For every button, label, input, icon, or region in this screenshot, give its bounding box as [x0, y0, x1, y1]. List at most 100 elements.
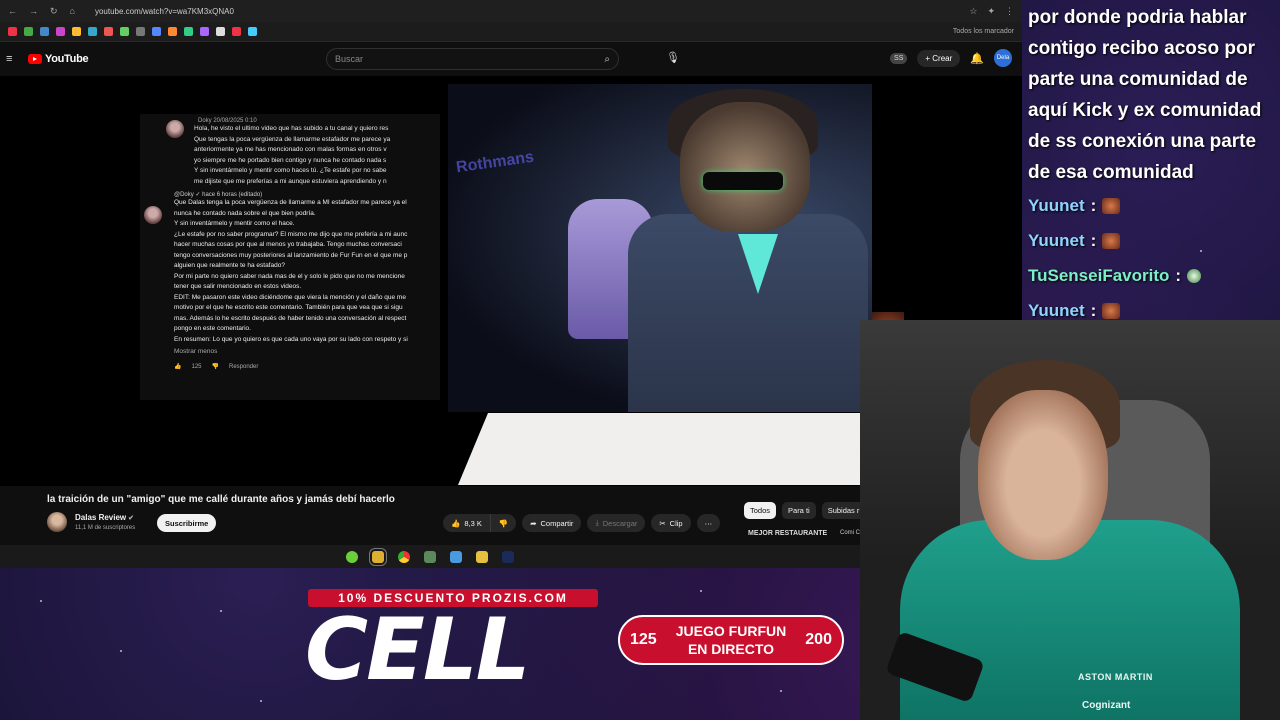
chat-username: Yuunet — [1028, 231, 1085, 250]
thumbs-up-icon: 👍 — [451, 518, 461, 528]
bookmark-icon[interactable] — [200, 27, 209, 36]
youtube-header: ≡ YouTube Buscar ⌕ 🎙 SS + Crear 🔔 Dela — [0, 42, 1022, 76]
address-bar[interactable]: youtube.com/watch?v=wa7KM3xQNA0 — [95, 7, 234, 16]
clip-button[interactable]: ✂ Clip — [651, 514, 691, 532]
bookmark-icon[interactable] — [88, 27, 97, 36]
comment-line: alguien que realmente te ha estafado? — [174, 262, 285, 269]
share-label: Compartir — [540, 518, 574, 528]
emote-icon — [1187, 268, 1202, 283]
app-icon[interactable] — [450, 550, 462, 563]
star — [220, 610, 222, 612]
chip-all[interactable]: Todos — [744, 502, 777, 519]
search-input[interactable]: Buscar ⌕ — [326, 48, 619, 70]
microphone-icon[interactable]: 🎙 — [666, 51, 680, 64]
emote-icon — [1102, 302, 1121, 319]
bookmark-icon[interactable] — [232, 27, 241, 36]
search-placeholder: Buscar — [335, 54, 364, 64]
sunglasses — [703, 172, 783, 190]
related-filter-chips: Todos Para ti Subidas r — [744, 502, 866, 519]
comment-line: hacer muchas cosas por que al menos yo t… — [174, 241, 402, 248]
bookmark-icon[interactable] — [120, 27, 129, 36]
chat-line: Yuunet : — [1028, 188, 1276, 223]
chat-separator: : — [1090, 196, 1097, 215]
comment-line: pongo en este comentario. — [174, 325, 251, 332]
download-button[interactable]: ⤓ Descargar — [587, 514, 646, 532]
streamer-face — [978, 390, 1108, 560]
bookmark-icon[interactable] — [24, 27, 33, 36]
like-icon: 👍 — [174, 364, 182, 370]
chip-uploads[interactable]: Subidas r — [821, 502, 866, 519]
bookmark-icon[interactable] — [40, 27, 49, 36]
clip-label: Clip — [669, 518, 683, 528]
bookmark-icon[interactable] — [184, 27, 193, 36]
background-sign-text: Rothmans — [455, 148, 535, 177]
related-video-title[interactable]: MEJOR RESTAURANTE — [748, 530, 827, 537]
bookmarks-bar: Todos los marcador — [0, 22, 1022, 42]
app-icon[interactable] — [424, 550, 436, 563]
chat-separator: : — [1090, 231, 1097, 250]
hamburger-menu-icon[interactable]: ≡ — [6, 53, 18, 65]
folder-icon[interactable] — [476, 550, 488, 563]
download-label: Descargar — [602, 518, 638, 528]
reload-icon[interactable]: ↻ — [50, 6, 58, 17]
comment-line: me dijiste que me preferías a mi aunque … — [194, 177, 387, 185]
header-actions: SS + Crear 🔔 Dela — [890, 49, 1012, 67]
back-icon[interactable]: ← — [8, 6, 17, 16]
chat-line: TuSenseiFavorito : — [1028, 258, 1276, 293]
jersey-sponsor: ASTON MARTIN — [1078, 672, 1153, 682]
jersey-sponsor: Cognizant — [1082, 700, 1131, 711]
bookmark-icon[interactable] — [136, 27, 145, 36]
comment-line: Hola, he visto el ultimo video que has s… — [194, 125, 389, 132]
comment-line: EDIT: Me pasaron este video diciéndome q… — [174, 293, 406, 301]
bookmark-icon[interactable] — [168, 27, 177, 36]
ss-extension-badge[interactable]: SS — [890, 52, 908, 64]
all-bookmarks-link[interactable]: Todos los marcador — [953, 28, 1014, 35]
video-title: la traición de un "amigo" que me callé d… — [47, 494, 395, 505]
like-dislike-group: 👍 8,3 K 👎 — [443, 514, 517, 532]
bookmark-icon[interactable] — [56, 27, 65, 36]
show-less-link: Mostrar menos — [174, 348, 218, 355]
menu-dots-icon[interactable]: ⋮ — [1005, 6, 1014, 17]
like-button[interactable]: 👍 8,3 K — [443, 514, 491, 532]
like-count: 8,3 K — [464, 518, 482, 528]
subscribe-button[interactable]: Suscribirme — [157, 514, 217, 532]
search-icon[interactable]: ⌕ — [604, 54, 610, 65]
chrome-icon[interactable] — [398, 550, 410, 563]
photoshop-icon[interactable] — [502, 550, 514, 563]
youtube-logo[interactable]: YouTube — [28, 53, 89, 65]
home-icon[interactable]: ⌂ — [70, 6, 75, 16]
goal-current: 125 — [630, 631, 657, 648]
create-button[interactable]: + Crear — [917, 49, 961, 67]
app-icon[interactable] — [369, 547, 387, 566]
chip-for-you[interactable]: Para ti — [782, 502, 816, 519]
dislike-button[interactable]: 👎 — [490, 514, 517, 532]
channel-name-link[interactable]: Dalas Review ✔ — [75, 513, 134, 522]
more-actions-button[interactable]: ⋯ — [696, 514, 721, 532]
bookmark-icon[interactable] — [72, 27, 81, 36]
bookmark-icon[interactable] — [248, 27, 257, 36]
star — [780, 690, 782, 692]
comment-line: motivo por el que he escrito este coment… — [174, 304, 403, 311]
browser-toolbar: ← → ↻ ⌂ youtube.com/watch?v=wa7KM3xQNA0 … — [0, 0, 1022, 22]
comment-avatar — [144, 206, 162, 224]
share-icon: ➦ — [530, 518, 537, 528]
comment-body: @Doky ✓ hace 6 horas (editado) Que Dalas… — [174, 191, 434, 345]
forward-icon[interactable]: → — [29, 6, 38, 16]
bookmark-icon[interactable] — [104, 27, 113, 36]
channel-avatar[interactable] — [47, 512, 67, 532]
comment-actions: 👍 125 👎 Responder — [174, 363, 434, 371]
app-icon[interactable] — [346, 550, 358, 563]
bookmark-icon[interactable] — [8, 27, 17, 36]
star-icon[interactable]: ☆ — [969, 6, 977, 17]
goal-label-line: JUEGO FURFUN — [675, 623, 787, 639]
extensions-icon[interactable]: ✦ — [987, 6, 995, 17]
share-button[interactable]: ➦ Compartir — [522, 514, 582, 532]
subscriber-count: 11,1 M de suscriptores — [75, 525, 136, 531]
account-avatar[interactable]: Dela — [994, 49, 1012, 67]
star — [120, 650, 122, 652]
bookmark-icon[interactable] — [152, 27, 161, 36]
notifications-bell-icon[interactable]: 🔔 — [970, 52, 984, 65]
stream-chat: por donde podria hablar contigo recibo a… — [1024, 0, 1280, 320]
comment-line: yo siempre me he portado bien contigo y … — [194, 156, 387, 164]
bookmark-icon[interactable] — [216, 27, 225, 36]
